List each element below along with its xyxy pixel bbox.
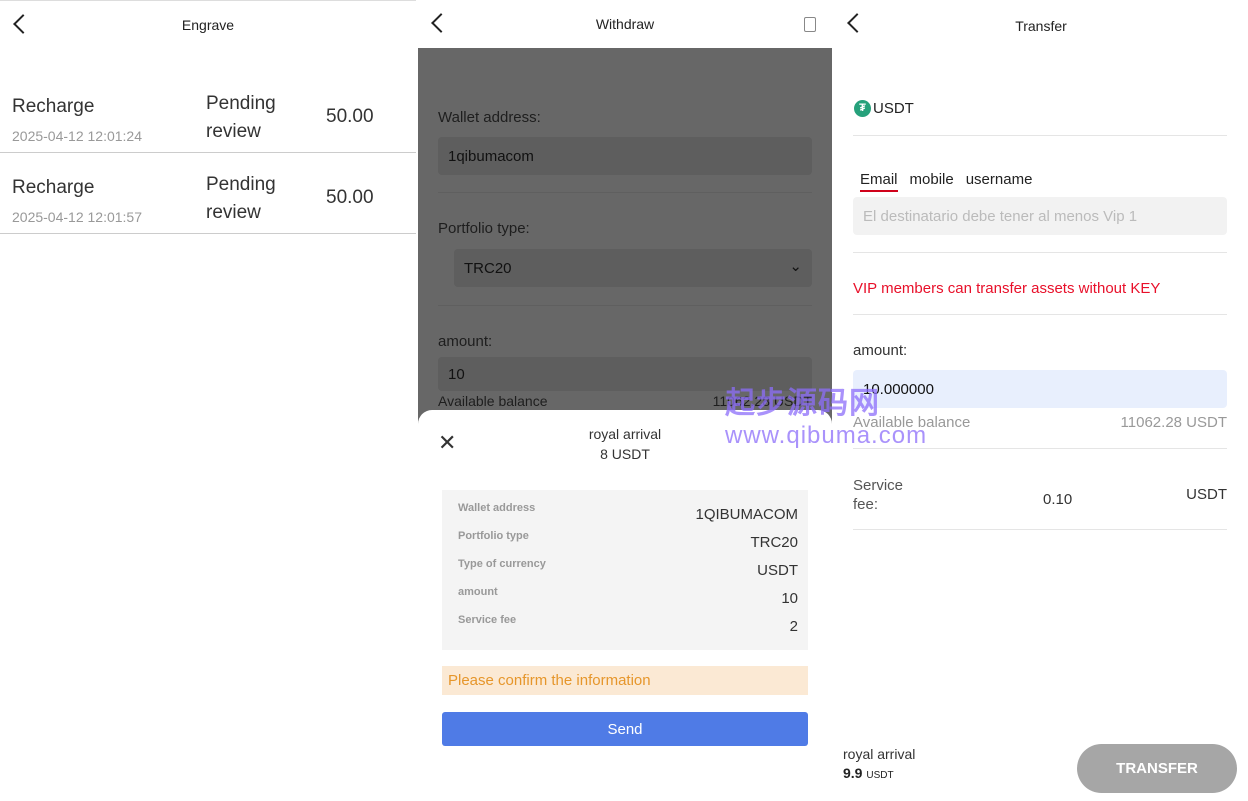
record-type: Recharge: [12, 177, 95, 198]
back-icon[interactable]: [428, 10, 450, 36]
divider: [853, 135, 1227, 136]
back-icon[interactable]: [844, 10, 866, 36]
back-icon[interactable]: [10, 11, 32, 37]
arrival-value: 9.9: [843, 765, 863, 781]
recipient-tabs: Email mobile username: [860, 171, 1044, 192]
detail-label: Portfolio type: [458, 530, 529, 542]
tab-email[interactable]: Email: [860, 171, 898, 192]
detail-label: amount: [458, 586, 498, 598]
arrival-amount: 9.9 USDT: [843, 765, 894, 781]
header: Engrave: [0, 1, 416, 49]
detail-value: USDT: [757, 562, 798, 579]
detail-label: Type of currency: [458, 558, 546, 570]
transfer-panel: Transfer ₮ USDT Email mobile username El d…: [834, 0, 1248, 801]
available-value: 11062.28 USDT: [1120, 414, 1227, 431]
record-amount: 50.00: [326, 187, 374, 208]
list-item[interactable]: Recharge 2025-04-12 12:01:57 Pending rev…: [0, 153, 416, 234]
divider: [853, 252, 1227, 253]
engrave-panel: Engrave Recharge 2025-04-12 12:01:24 Pen…: [0, 0, 416, 801]
detail-value: 2: [789, 618, 798, 635]
detail-value: 10: [781, 590, 798, 607]
available-value: 11062.28 USDT: [712, 393, 812, 409]
confirm-sheet: ✕ royal arrival 8 USDT Wallet address 1QI…: [418, 410, 832, 801]
divider: [853, 448, 1227, 449]
header: Transfer: [834, 0, 1248, 48]
record-amount: 50.00: [326, 106, 374, 127]
amount-label: amount:: [853, 342, 908, 359]
available-label: Available balance: [438, 393, 548, 409]
list-item[interactable]: Recharge 2025-04-12 12:01:24 Pending rev…: [0, 72, 416, 153]
wallet-label: Wallet address:: [438, 109, 541, 126]
divider: [853, 529, 1227, 530]
divider: [438, 305, 812, 306]
divider: [853, 314, 1227, 315]
sheet-title: royal arrival: [588, 426, 662, 442]
wallet-input[interactable]: 1qibumacom: [438, 137, 812, 175]
tab-username[interactable]: username: [966, 171, 1033, 188]
header: Withdraw: [418, 0, 832, 48]
tab-mobile[interactable]: mobile: [910, 171, 954, 188]
transfer-button[interactable]: TRANSFER: [1077, 744, 1237, 793]
withdraw-panel: Withdraw Wallet address: 1qibumacom Port…: [418, 0, 832, 801]
document-icon[interactable]: [804, 17, 816, 32]
send-button[interactable]: Send: [442, 712, 808, 746]
detail-label: Service fee: [458, 614, 517, 626]
record-status: Pending review: [206, 93, 276, 142]
fee-label: Service fee:: [853, 477, 904, 513]
confirm-details: Wallet address 1QIBUMACOM Portfolio type T…: [442, 490, 808, 650]
available-label: Available balance: [853, 414, 971, 431]
amount-label: amount:: [438, 333, 493, 350]
portfolio-value: TRC20: [464, 260, 512, 277]
currency-label: USDT: [873, 100, 914, 117]
page-title: Engrave: [181, 17, 235, 33]
fee-value: 0.10: [1043, 491, 1073, 508]
amount-input[interactable]: 10: [438, 357, 812, 391]
detail-value: 1QIBUMACOM: [695, 506, 798, 523]
arrival-label: royal arrival: [843, 746, 916, 762]
recipient-input[interactable]: El destinatario debe tener al menos Vip …: [853, 197, 1227, 235]
confirm-warning: Please confirm the information: [442, 666, 808, 695]
divider: [438, 192, 812, 193]
page-title: Transfer: [1015, 18, 1067, 34]
page-title: Withdraw: [595, 16, 655, 32]
record-status: Pending review: [206, 174, 276, 223]
fee-unit: USDT: [1186, 486, 1227, 503]
sheet-amount: 8 USDT: [600, 446, 650, 462]
detail-label: Wallet address: [458, 502, 536, 514]
portfolio-select[interactable]: TRC20 ⌄: [454, 249, 812, 287]
vip-note: VIP members can transfer assets without …: [853, 280, 1161, 297]
detail-value: TRC20: [750, 534, 798, 551]
portfolio-label: Portfolio type:: [438, 220, 530, 237]
amount-input[interactable]: 10.000000: [853, 370, 1227, 408]
record-date: 2025-04-12 12:01:57: [12, 209, 142, 225]
record-type: Recharge: [12, 96, 95, 117]
record-date: 2025-04-12 12:01:24: [12, 128, 142, 144]
chevron-down-icon: ⌄: [789, 258, 802, 275]
tether-icon: ₮: [854, 100, 871, 117]
arrival-unit: USDT: [866, 770, 894, 781]
currency-selector[interactable]: ₮ USDT: [854, 100, 914, 117]
